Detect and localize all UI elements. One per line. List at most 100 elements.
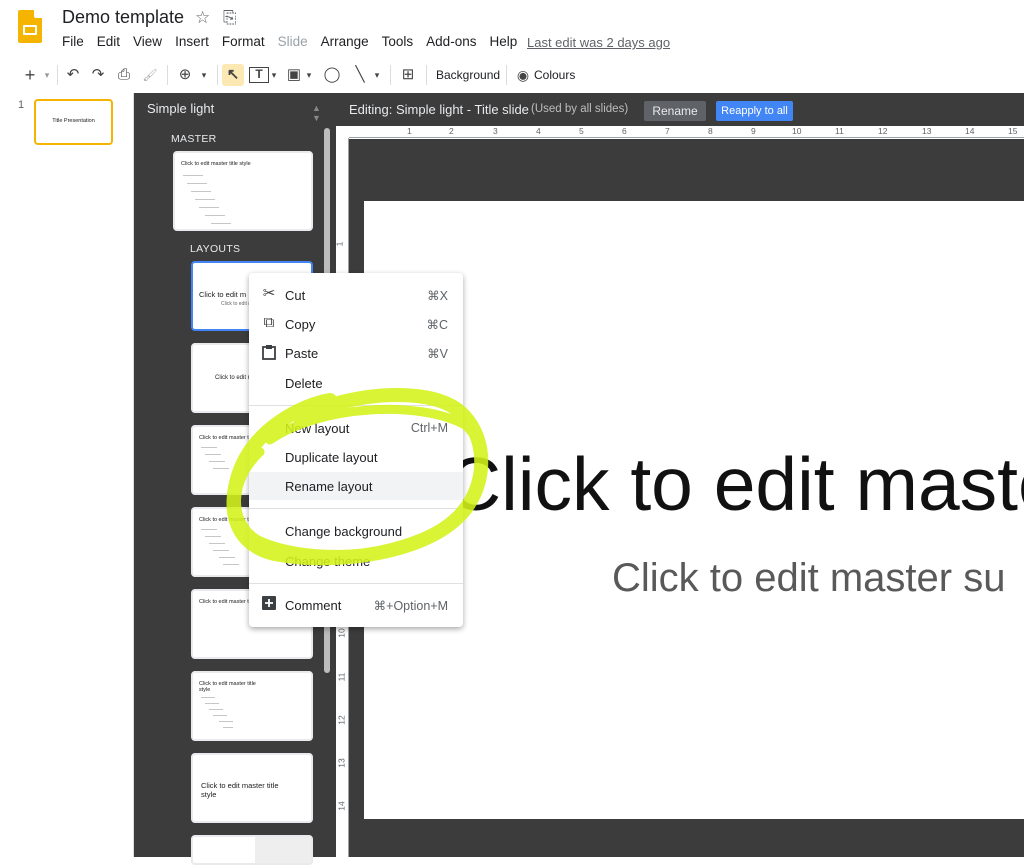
thumb-line bbox=[223, 564, 239, 565]
menu-item-paste[interactable]: Paste ⌘V bbox=[249, 339, 463, 367]
line-icon[interactable]: ╲ bbox=[350, 64, 370, 86]
menu-tools[interactable]: Tools bbox=[382, 34, 414, 49]
thumb-line bbox=[209, 461, 225, 462]
layout-thumbnail[interactable] bbox=[191, 835, 313, 865]
move-to-folder-icon[interactable]: ⎘ bbox=[223, 8, 237, 28]
image-dropdown-icon[interactable]: ▾ bbox=[304, 64, 314, 86]
colours-button[interactable]: Colours bbox=[534, 64, 575, 86]
thumb-line bbox=[191, 191, 211, 192]
menu-item-cut[interactable]: ✂ Cut ⌘X bbox=[249, 281, 463, 309]
horizontal-ruler[interactable]: 1 2 3 4 5 6 7 8 9 10 11 12 13 14 15 bbox=[349, 126, 1024, 138]
paint-format-icon[interactable]: 🖌 bbox=[140, 64, 160, 86]
slide-subtitle-placeholder[interactable]: Click to edit master su bbox=[612, 556, 1005, 601]
ruler-tick-label: 11 bbox=[336, 672, 347, 682]
select-cursor-icon[interactable]: ↖ bbox=[222, 64, 244, 86]
ruler-tick-label: 14 bbox=[965, 126, 975, 136]
toolbar-divider bbox=[506, 65, 507, 85]
thumb-subtitle: Click to edit m bbox=[221, 301, 253, 307]
menu-edit[interactable]: Edit bbox=[97, 34, 120, 49]
ruler-tick-label: 6 bbox=[622, 126, 627, 136]
ruler-tick-label: 10 bbox=[792, 126, 802, 136]
thumb-line bbox=[187, 183, 207, 184]
redo-icon[interactable]: ↷ bbox=[88, 64, 108, 86]
thumb-line bbox=[201, 447, 217, 448]
ruler-tick-label: 13 bbox=[336, 758, 347, 768]
menu-add-ons[interactable]: Add-ons bbox=[426, 34, 476, 49]
thumb-title: Click to edit m bbox=[215, 375, 253, 381]
thumb-title: Click to edit master title style bbox=[199, 681, 256, 693]
document-title[interactable]: Demo template bbox=[62, 7, 184, 28]
line-dropdown-icon[interactable]: ▾ bbox=[372, 64, 382, 86]
new-slide-button[interactable]: + bbox=[20, 64, 40, 86]
menu-item-label: Change background bbox=[285, 524, 403, 539]
shape-icon[interactable]: ◯ bbox=[322, 64, 342, 86]
add-comment-icon[interactable]: ⊞ bbox=[398, 64, 418, 86]
menu-item-change-theme[interactable]: Change theme bbox=[249, 547, 463, 575]
toolbar-divider bbox=[167, 65, 168, 85]
menu-item-label: Change theme bbox=[285, 554, 371, 569]
theme-sort-icon: ▲ ▼ bbox=[312, 103, 321, 123]
menu-item-shortcut: Ctrl+M bbox=[410, 421, 448, 435]
menu-item-rename-layout[interactable]: Rename layout bbox=[249, 472, 463, 500]
menu-item-change-background[interactable]: Change background bbox=[249, 517, 463, 545]
rename-button[interactable]: Rename bbox=[644, 101, 706, 121]
menu-view[interactable]: View bbox=[133, 34, 162, 49]
zoom-dropdown-icon[interactable]: ▾ bbox=[198, 64, 210, 86]
menu-item-duplicate-layout[interactable]: Duplicate layout bbox=[249, 443, 463, 471]
last-edit-link[interactable]: Last edit was 2 days ago bbox=[527, 35, 670, 50]
menu-item-shortcut: ⌘X bbox=[427, 289, 448, 303]
editing-label: Editing: Simple light - Title slide bbox=[349, 102, 529, 117]
print-icon[interactable]: ⎙ bbox=[114, 64, 134, 86]
star-icon[interactable]: ☆ bbox=[195, 8, 210, 28]
toolbar-divider bbox=[217, 65, 218, 85]
reapply-to-all-button[interactable]: Reapply to all bbox=[716, 101, 793, 121]
menu-item-comment[interactable]: Comment ⌘+Option+M bbox=[249, 591, 463, 619]
zoom-icon[interactable]: ⊕ bbox=[175, 64, 195, 86]
layout-thumbnail[interactable]: Click to edit master title style bbox=[191, 671, 313, 741]
master-thumbnail[interactable]: Click to edit master title style bbox=[173, 151, 313, 231]
thumb-line bbox=[213, 715, 227, 716]
slides-logo-icon[interactable] bbox=[18, 10, 42, 43]
menu-separator bbox=[249, 405, 463, 406]
thumb-line bbox=[205, 215, 225, 216]
menu-help[interactable]: Help bbox=[489, 34, 517, 49]
thumb-line bbox=[205, 454, 221, 455]
ruler-tick-label: 8 bbox=[708, 126, 713, 136]
filmstrip: 1 Title Presentation bbox=[0, 93, 134, 857]
text-box-dropdown-icon[interactable]: ▾ bbox=[269, 64, 279, 86]
menu-format[interactable]: Format bbox=[222, 34, 265, 49]
scissors-icon: ✂ bbox=[262, 285, 276, 302]
ruler-tick-label: 3 bbox=[493, 126, 498, 136]
image-icon[interactable]: ▣ bbox=[284, 64, 304, 86]
thumb-line bbox=[219, 721, 233, 722]
ruler-tick-label: 13 bbox=[922, 126, 932, 136]
ruler-tick-label: 9 bbox=[751, 126, 756, 136]
menu-item-shortcut: ⌘C bbox=[426, 318, 448, 332]
slide[interactable]: Click to edit maste Click to edit master… bbox=[364, 201, 1024, 819]
ruler-tick-label: 5 bbox=[579, 126, 584, 136]
slide-title-placeholder[interactable]: Click to edit maste bbox=[447, 441, 1024, 527]
menu-insert[interactable]: Insert bbox=[175, 34, 209, 49]
theme-name[interactable]: Simple light bbox=[147, 101, 214, 116]
palette-icon[interactable]: ◉ bbox=[514, 64, 532, 86]
menu-item-delete[interactable]: Delete bbox=[249, 369, 463, 397]
thumb-line bbox=[201, 697, 215, 698]
add-comment-icon bbox=[261, 596, 277, 612]
menu-arrange[interactable]: Arrange bbox=[321, 34, 369, 49]
thumb-line bbox=[223, 727, 233, 728]
new-slide-dropdown-icon[interactable]: ▾ bbox=[41, 64, 53, 86]
slide-thumbnail[interactable]: Title Presentation bbox=[34, 99, 113, 145]
menu-item-shortcut: ⌘+Option+M bbox=[373, 599, 448, 613]
menu-file[interactable]: File bbox=[62, 34, 84, 49]
paste-icon bbox=[261, 344, 277, 360]
menu-item-new-layout[interactable]: New layout Ctrl+M bbox=[249, 414, 463, 442]
background-button[interactable]: Background bbox=[436, 64, 500, 86]
layout-thumbnail[interactable]: Click to edit master title style bbox=[191, 753, 313, 823]
thumb-title: Click to edit m bbox=[199, 290, 247, 299]
text-box-icon[interactable]: T bbox=[249, 67, 269, 83]
menu-item-label: Copy bbox=[285, 317, 316, 332]
menu-item-copy[interactable]: ⧉ Copy ⌘C bbox=[249, 310, 463, 338]
menu-item-shortcut: ⌘V bbox=[427, 347, 448, 361]
undo-icon[interactable]: ↶ bbox=[63, 64, 83, 86]
ruler-tick-label: 10 bbox=[336, 628, 347, 638]
